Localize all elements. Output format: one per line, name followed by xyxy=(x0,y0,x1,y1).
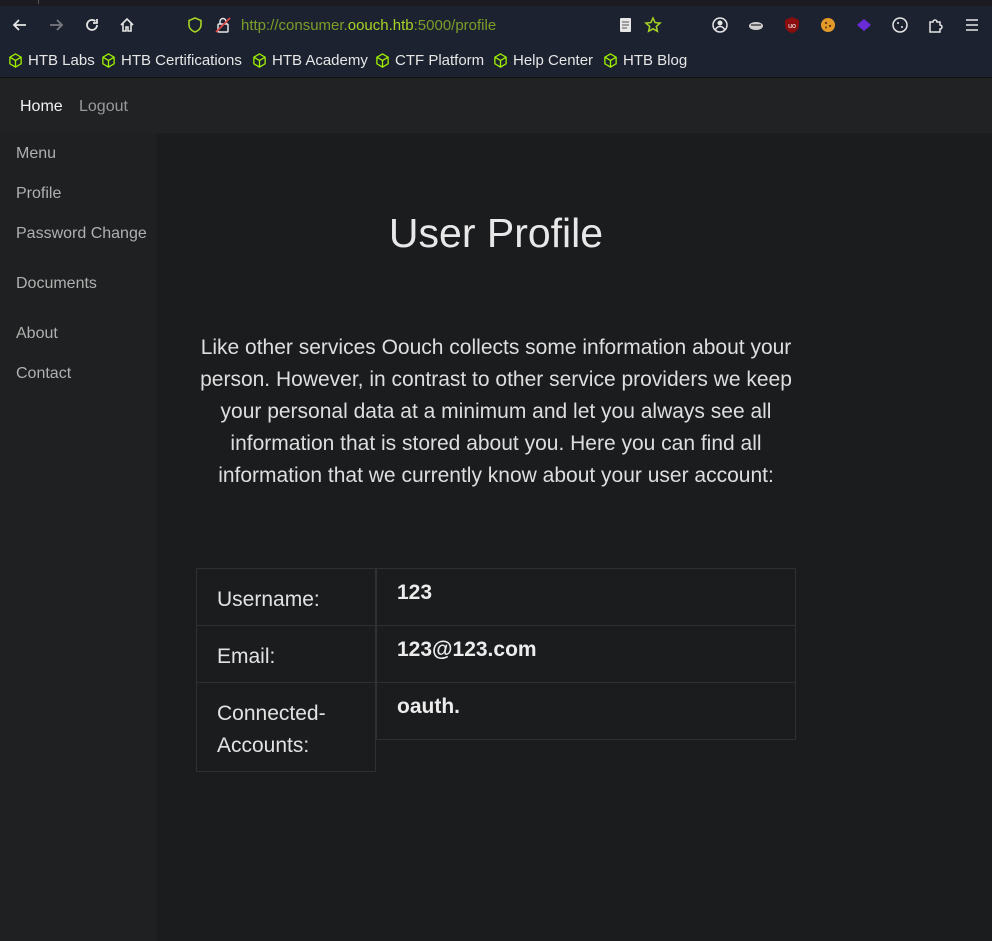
bookmark-htb-certifications[interactable]: HTB Certifications xyxy=(101,52,242,69)
url-bar[interactable]: http://consumer.oouch.htb:5000/profile xyxy=(180,8,680,42)
browser-toolbar: http://consumer.oouch.htb:5000/profile u… xyxy=(0,6,992,44)
bookmark-htb-blog[interactable]: HTB Blog xyxy=(603,52,687,69)
purple-extension-button[interactable] xyxy=(849,10,879,40)
back-arrow-icon xyxy=(12,19,26,31)
bookmark-htb-academy[interactable]: HTB Academy xyxy=(252,52,368,69)
cookie-outline-icon xyxy=(892,17,908,33)
page-title: User Profile xyxy=(388,210,604,256)
sidebar-item-profile[interactable]: Profile xyxy=(16,185,61,203)
email-value: 123@123.com xyxy=(376,625,796,683)
back-button[interactable] xyxy=(5,10,35,40)
nav-home-link[interactable]: Home xyxy=(20,98,63,116)
star-icon xyxy=(644,16,662,33)
account-button[interactable] xyxy=(705,10,735,40)
connected-accounts-value: oauth. xyxy=(376,682,796,740)
cube-icon xyxy=(604,53,617,68)
cube-icon xyxy=(9,53,22,68)
cookie-icon xyxy=(821,18,835,32)
cookie-editor-button[interactable] xyxy=(885,10,915,40)
top-navbar: Home Logout xyxy=(0,78,992,133)
cube-icon xyxy=(253,53,266,68)
home-button[interactable] xyxy=(112,10,142,40)
shield-icon[interactable] xyxy=(186,16,204,34)
home-icon xyxy=(120,17,134,32)
purple-diamond-icon xyxy=(857,19,871,31)
ublock-button[interactable]: uo xyxy=(777,10,807,40)
cube-icon xyxy=(376,53,389,68)
puzzle-icon xyxy=(929,19,943,33)
url-text[interactable]: http://consumer.oouch.htb:5000/profile xyxy=(241,17,496,34)
extensions-button[interactable] xyxy=(921,10,951,40)
cloud-extension-icon xyxy=(749,22,763,30)
reload-icon xyxy=(86,19,98,31)
nav-logout-link[interactable]: Logout xyxy=(79,98,128,116)
username-label: Username: xyxy=(196,568,376,626)
sidebar-item-about[interactable]: About xyxy=(16,325,58,343)
ublock-icon: uo xyxy=(785,17,799,33)
bookmark-star-button[interactable] xyxy=(638,10,668,40)
account-icon xyxy=(712,17,728,33)
menu-button[interactable] xyxy=(957,10,987,40)
cube-icon xyxy=(494,53,507,68)
reader-view-button[interactable] xyxy=(610,10,640,40)
page-icon xyxy=(620,18,631,32)
connected-accounts-label: Connected- Accounts: xyxy=(196,682,376,772)
svg-text:uo: uo xyxy=(788,23,796,30)
sidebar-item-contact[interactable]: Contact xyxy=(16,365,71,383)
reload-button[interactable] xyxy=(77,10,107,40)
intro-paragraph: Like other services Oouch collects some … xyxy=(200,336,792,487)
cookie-extension-button[interactable] xyxy=(813,10,843,40)
sidebar-heading-menu: Menu xyxy=(16,145,57,162)
username-value: 123 xyxy=(376,568,796,626)
insecure-lock-icon[interactable] xyxy=(214,16,232,34)
bookmark-help-center[interactable]: Help Center xyxy=(493,52,593,69)
hamburger-icon xyxy=(966,19,978,31)
forward-arrow-icon xyxy=(50,19,64,31)
bookmarks-bar: HTB Labs HTB Certifications HTB Academy … xyxy=(0,44,992,78)
cube-icon xyxy=(102,53,115,68)
bookmark-ctf-platform[interactable]: CTF Platform xyxy=(375,52,484,69)
extension-button-1[interactable] xyxy=(741,10,771,40)
email-label: Email: xyxy=(196,625,376,683)
sidebar-item-documents[interactable]: Documents xyxy=(16,275,97,293)
bookmark-htb-labs[interactable]: HTB Labs xyxy=(8,52,95,69)
forward-button[interactable] xyxy=(41,10,71,40)
